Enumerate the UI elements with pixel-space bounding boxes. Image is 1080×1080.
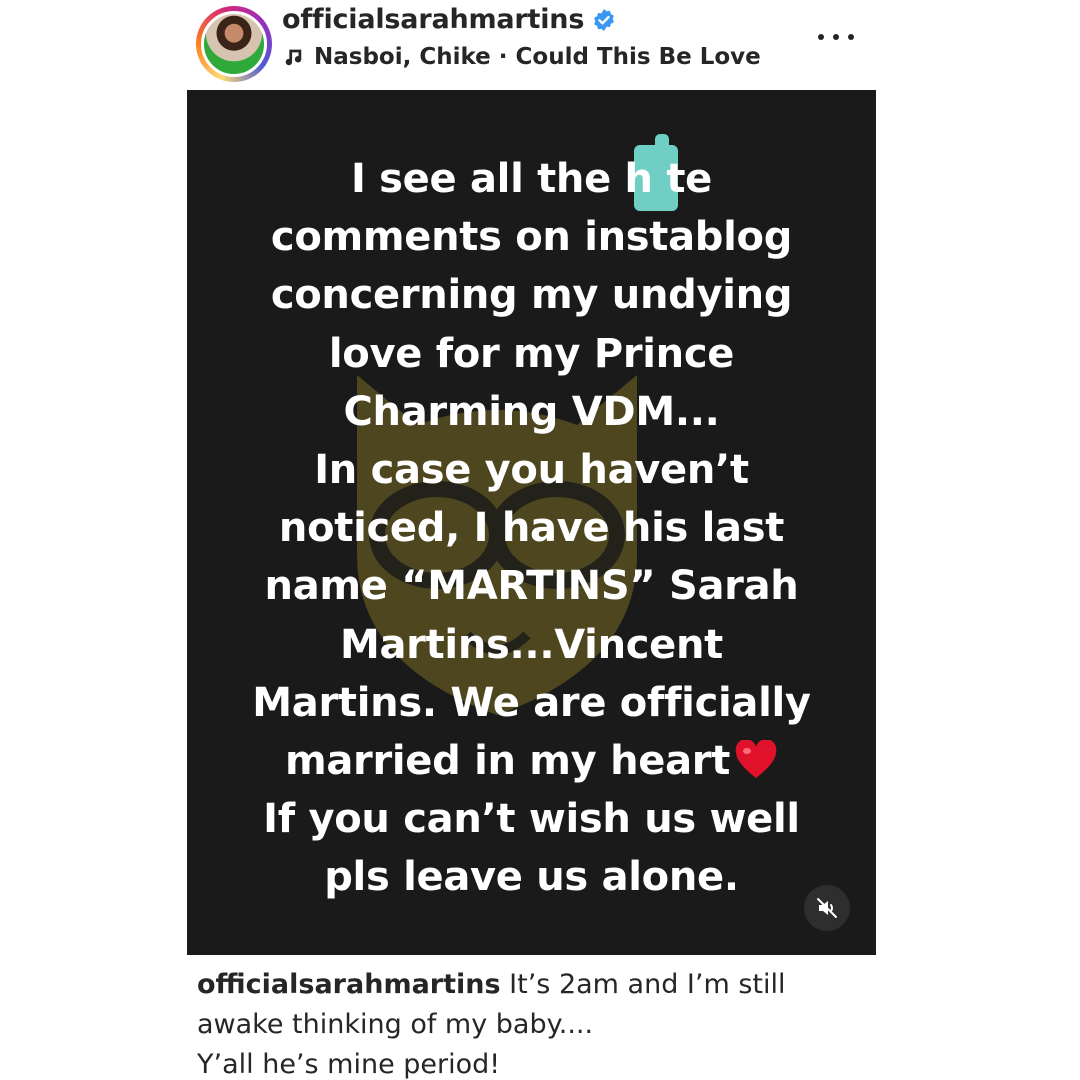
story-line: concerning my undying (270, 272, 793, 319)
story-ring[interactable] (196, 6, 272, 82)
story-line: I see all the h te (350, 156, 713, 202)
story-line: In case you haven’t (314, 447, 749, 494)
verified-badge-icon (594, 8, 615, 31)
sound-off-icon[interactable] (804, 885, 850, 931)
story-line: Martins...Vincent (339, 621, 723, 668)
story-line: Charming VDM... (343, 388, 720, 435)
music-row[interactable]: Nasboi, Chike · Could This Be Love (282, 44, 761, 70)
story-line: noticed, I have his last (278, 505, 785, 552)
caption-line: Y’all he’s mine period! (197, 1049, 501, 1080)
story-line-with-heart: married in my heart (187, 732, 876, 790)
profile-avatar[interactable] (201, 11, 267, 77)
story-line: pls leave us alone. (324, 854, 739, 901)
story-line: If you can’t wish us well (263, 796, 800, 843)
username-row: officialsarahmartins (282, 4, 616, 35)
story-line: name “MARTINS” Sarah (264, 563, 799, 610)
post-caption: officialsarahmartins It’s 2am and I’m st… (197, 965, 1057, 1080)
story-line: Martins. We are officially (252, 679, 811, 726)
caption-line: officialsarahmartins It’s 2am and I’m st… (197, 965, 1057, 1005)
more-options-icon[interactable] (818, 22, 854, 52)
story-media[interactable]: I see all the h te comments on instablog… (187, 90, 876, 955)
story-line: love for my Prince (328, 330, 735, 377)
music-note-icon (285, 49, 302, 66)
story-line-text: married in my heart (284, 738, 731, 785)
caption-line: awake thinking of my baby.... (197, 1009, 594, 1040)
story-line: comments on instablog (270, 214, 793, 261)
caption-username-link[interactable]: officialsarahmartins (197, 969, 501, 1000)
music-track-label[interactable]: Nasboi, Chike · Could This Be Love (314, 44, 761, 70)
story-text: I see all the h te comments on instablog… (187, 150, 876, 907)
post-header: officialsarahmartins Nasboi, Chike · Cou… (0, 0, 1080, 84)
speaker-muted-icon (817, 898, 837, 918)
caption-text: It’s 2am and I’m still (500, 969, 786, 1000)
red-heart-emoji (735, 740, 777, 779)
username-link[interactable]: officialsarahmartins (282, 4, 584, 35)
